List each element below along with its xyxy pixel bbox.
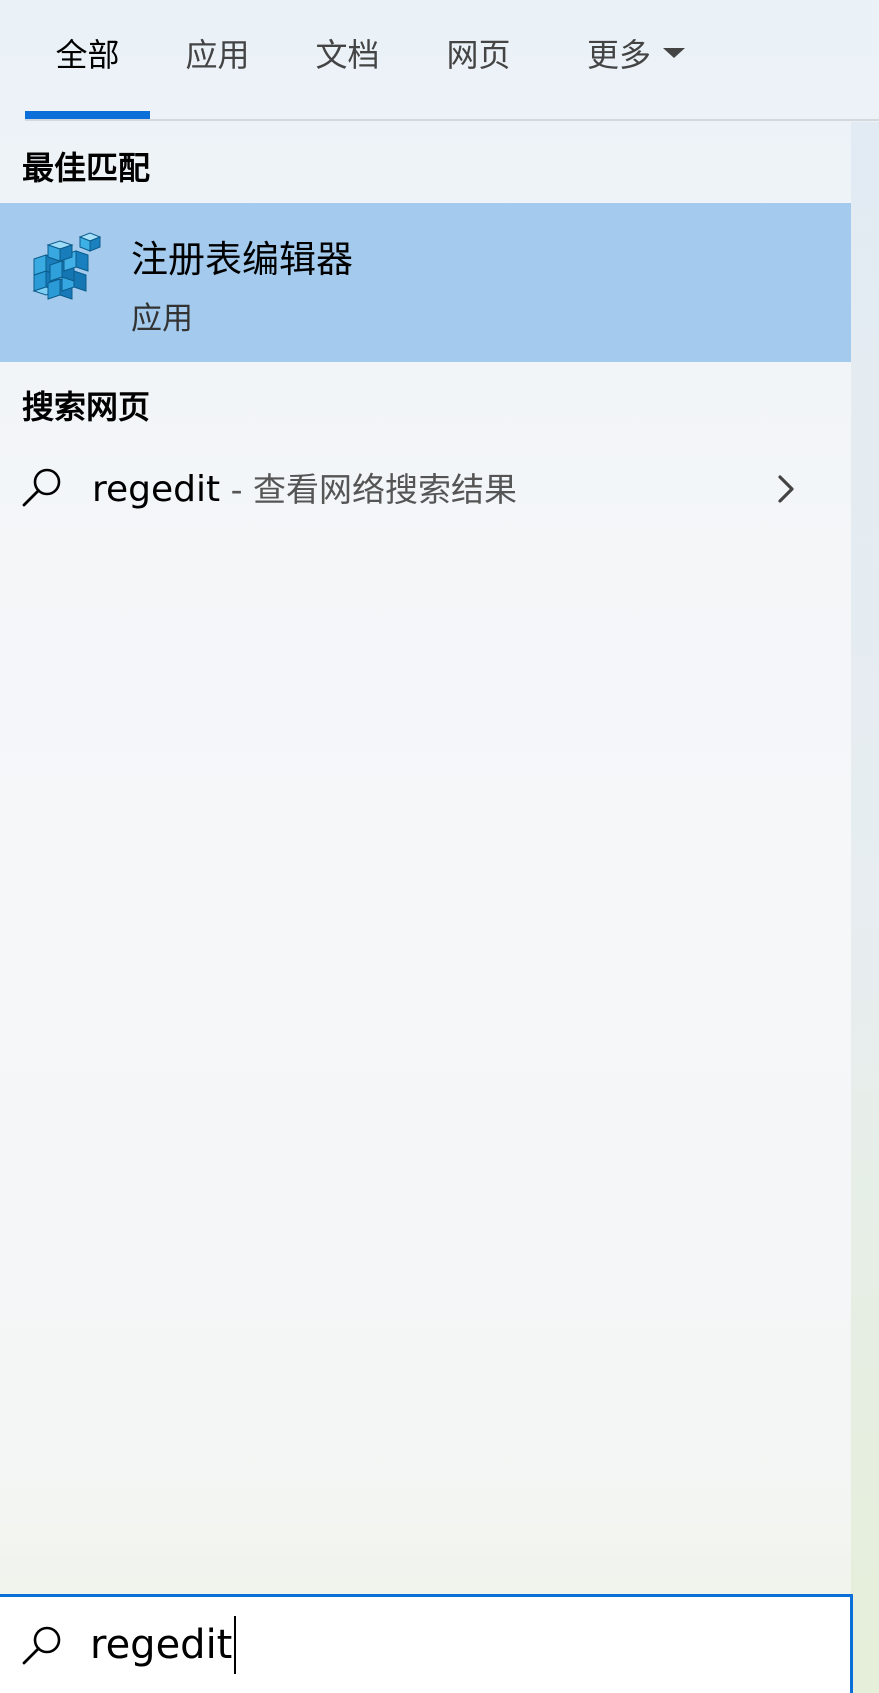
filter-tabs: 全部 应用 文档 网页 更多 xyxy=(0,0,879,122)
tab-label: 文档 xyxy=(315,36,380,74)
tabs-divider xyxy=(25,119,879,121)
search-input-value: regedit xyxy=(90,1622,233,1668)
tab-more[interactable]: 更多 xyxy=(566,0,706,120)
best-match-heading: 最佳匹配 xyxy=(22,149,151,187)
caret-down-icon xyxy=(663,48,685,58)
app-name: 注册表编辑器 xyxy=(131,238,353,281)
web-search-query: regedit xyxy=(92,469,221,510)
tab-apps[interactable]: 应用 xyxy=(160,0,275,120)
search-icon xyxy=(22,468,61,507)
tab-label: 全部 xyxy=(55,36,120,74)
web-search-suffix: - 查看网络搜索结果 xyxy=(220,470,518,509)
tab-label: 应用 xyxy=(185,36,250,74)
search-input[interactable]: regedit xyxy=(90,1615,237,1675)
tab-all[interactable]: 全部 xyxy=(25,0,150,120)
tab-documents[interactable]: 文档 xyxy=(290,0,405,120)
web-search-heading: 搜索网页 xyxy=(22,388,151,426)
tab-label: 网页 xyxy=(446,36,511,74)
scroll-gutter xyxy=(851,122,879,1693)
tab-label: 更多 xyxy=(586,36,651,74)
web-search-result[interactable]: regedit - 查看网络搜索结果 xyxy=(0,455,851,527)
search-box[interactable]: regedit xyxy=(0,1594,853,1693)
best-match-result[interactable]: 注册表编辑器 应用 xyxy=(0,203,851,362)
registry-editor-icon xyxy=(32,232,102,300)
web-search-text: regedit - 查看网络搜索结果 xyxy=(92,463,517,511)
app-type: 应用 xyxy=(131,301,193,337)
text-cursor xyxy=(234,1616,237,1674)
chevron-right-icon xyxy=(778,475,794,503)
search-icon xyxy=(22,1626,61,1665)
tab-web[interactable]: 网页 xyxy=(421,0,536,120)
